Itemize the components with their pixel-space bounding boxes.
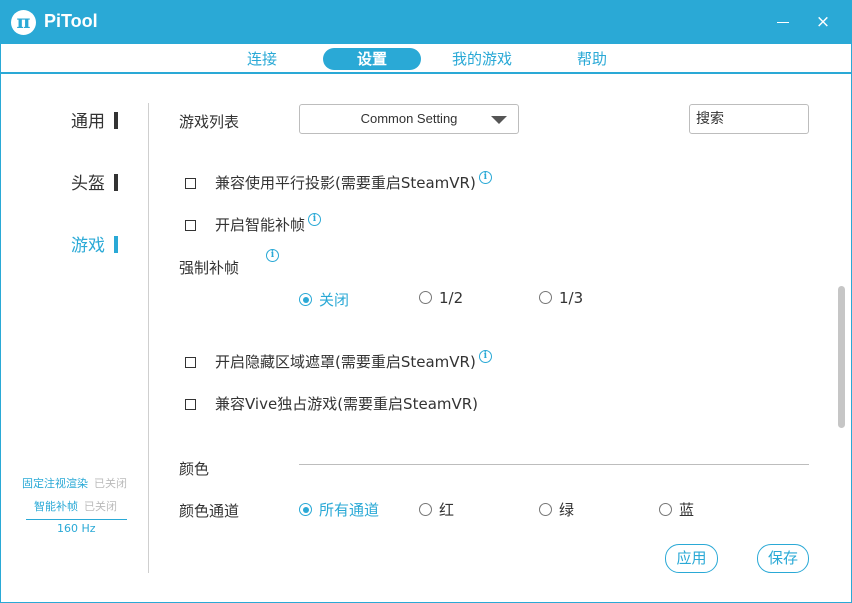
radio-channel-all[interactable]: 所有通道	[299, 499, 379, 520]
save-button[interactable]: 保存	[757, 544, 809, 573]
scrollbar-thumb[interactable]	[838, 286, 845, 428]
sidebar-item-headset[interactable]: 头盔	[71, 169, 118, 194]
info-icon[interactable]: i	[478, 350, 492, 363]
radio-button[interactable]	[659, 503, 672, 516]
radio-button[interactable]	[299, 503, 312, 516]
option-smart-smoothing[interactable]: 开启智能补帧 i	[185, 213, 322, 235]
status-foveated-rendering: 固定注视渲染 已关闭	[22, 477, 127, 490]
option-label: 开启隐藏区域遮罩(需要重启SteamVR)	[215, 353, 476, 371]
minimize-icon	[777, 22, 789, 23]
sidebar-item-game[interactable]: 游戏	[71, 231, 118, 256]
radio-channel-red[interactable]: 红	[419, 499, 454, 520]
tab-my-games[interactable]: 我的游戏	[443, 48, 521, 70]
sidebar-divider	[148, 103, 149, 573]
tab-help[interactable]: 帮助	[563, 48, 621, 70]
info-icon[interactable]: i	[308, 213, 322, 226]
chevron-down-icon	[491, 116, 507, 124]
radio-smoothing-off[interactable]: 关闭	[299, 289, 349, 310]
option-hidden-area-mask[interactable]: 开启隐藏区域遮罩(需要重启SteamVR) i	[185, 350, 492, 372]
pitool-logo-icon: π	[11, 10, 36, 35]
sidebar-indicator	[114, 236, 118, 253]
pitool-window: π PiTool × 连接 设置 我的游戏 帮助 通用 头盔 游戏 固定注视渲染…	[0, 0, 852, 603]
option-label: 兼容使用平行投影(需要重启SteamVR)	[215, 174, 476, 192]
radio-button[interactable]	[539, 291, 552, 304]
forced-smoothing-label: 强制补帧	[179, 259, 240, 277]
radio-channel-blue[interactable]: 蓝	[659, 499, 694, 520]
color-channel-label: 颜色通道	[179, 502, 240, 520]
radio-button[interactable]	[419, 503, 432, 516]
radio-button[interactable]	[539, 503, 552, 516]
radio-smoothing-half[interactable]: 1/2	[419, 289, 463, 307]
close-icon: ×	[815, 12, 831, 32]
radio-button[interactable]	[299, 293, 312, 306]
checkbox[interactable]	[185, 357, 196, 368]
game-list-selected: Common Setting	[360, 111, 458, 126]
section-divider	[299, 464, 809, 465]
option-label: 兼容Vive独占游戏(需要重启SteamVR)	[215, 395, 479, 413]
option-vive-exclusive[interactable]: 兼容Vive独占游戏(需要重启SteamVR)	[185, 393, 478, 414]
top-tab-bar: 连接 设置 我的游戏 帮助	[1, 44, 851, 74]
app-title: PiTool	[44, 11, 98, 31]
radio-button[interactable]	[419, 291, 432, 304]
radio-channel-green[interactable]: 绿	[539, 499, 574, 520]
title-bar: π PiTool ×	[1, 1, 851, 44]
color-section-label: 颜色	[179, 460, 210, 478]
game-list-dropdown[interactable]: Common Setting	[299, 104, 519, 134]
checkbox[interactable]	[185, 399, 196, 410]
checkbox[interactable]	[185, 178, 196, 189]
sidebar-indicator	[114, 174, 118, 191]
option-label: 开启智能补帧	[215, 216, 306, 234]
info-icon[interactable]: i	[478, 171, 492, 184]
sidebar-item-label: 游戏	[71, 236, 105, 256]
sidebar-item-label: 头盔	[71, 174, 105, 194]
sidebar-indicator	[114, 112, 118, 129]
status-smart-smoothing: 智能补帧 已关闭	[34, 500, 117, 513]
search-input[interactable]: 搜索	[689, 104, 809, 134]
radio-smoothing-third[interactable]: 1/3	[539, 289, 583, 307]
sidebar-item-label: 通用	[71, 112, 105, 132]
minimize-button[interactable]	[772, 11, 794, 33]
tab-connect[interactable]: 连接	[233, 48, 291, 70]
apply-button[interactable]: 应用	[665, 544, 718, 573]
sidebar-item-general[interactable]: 通用	[71, 107, 118, 132]
game-list-label: 游戏列表	[179, 113, 240, 131]
info-icon[interactable]: i	[266, 249, 279, 262]
tab-settings[interactable]: 设置	[323, 48, 421, 70]
refresh-rate: 160 Hz	[57, 522, 96, 535]
close-button[interactable]: ×	[812, 11, 834, 33]
option-parallel-projection[interactable]: 兼容使用平行投影(需要重启SteamVR) i	[185, 171, 492, 193]
status-divider	[26, 519, 127, 520]
checkbox[interactable]	[185, 220, 196, 231]
